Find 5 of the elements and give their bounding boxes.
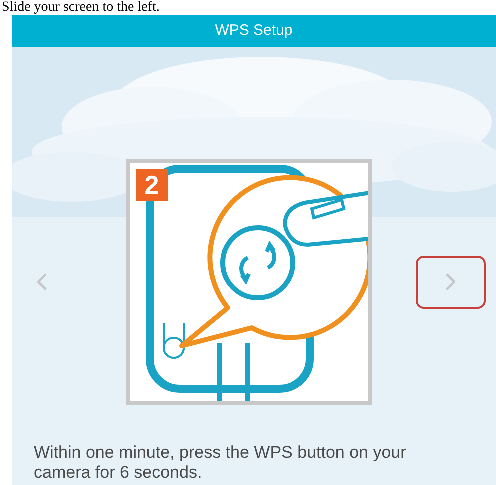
next-button[interactable] — [416, 256, 486, 308]
step-number: 2 — [136, 169, 168, 201]
document-text: Slide your screen to the left. — [1, 0, 160, 15]
instruction-text: Within one minute, press the WPS button on your camera for 6 seconds. — [33, 443, 408, 483]
window-title: WPS Setup — [215, 20, 293, 41]
